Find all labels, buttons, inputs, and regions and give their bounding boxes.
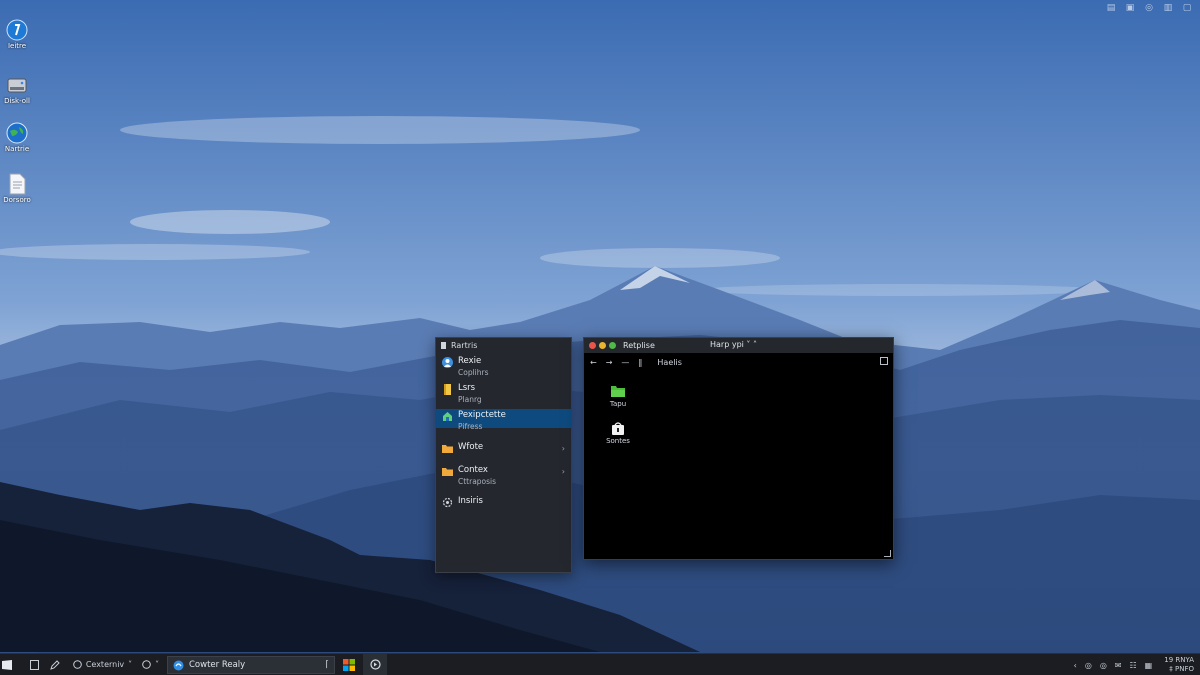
- notifications-icon[interactable]: ▦: [1145, 661, 1153, 670]
- desktop-icon-label: Ieitre: [7, 42, 27, 50]
- desktop-icon-label: Nartrie: [4, 145, 30, 153]
- nav-item-title: Lsrs: [458, 383, 476, 393]
- workspace-label: Cexterniv: [85, 660, 125, 669]
- task-view-icon: [29, 659, 39, 670]
- file-item-label: Tapu: [609, 400, 627, 408]
- chevron-right-icon[interactable]: ›: [562, 444, 565, 453]
- nav-item-title: Contex: [458, 465, 488, 475]
- pen-button[interactable]: [48, 654, 62, 675]
- clock-date: ‡ PNFO: [1169, 665, 1194, 673]
- chevron-down-icon: ˅: [155, 660, 160, 669]
- resize-grip[interactable]: [884, 550, 891, 557]
- nav-item-contex[interactable]: Contex Cttraposis ›: [436, 464, 571, 488]
- clock-icon: [142, 660, 151, 669]
- close-button[interactable]: [589, 342, 596, 349]
- system-tray: ‹ ◎ ◎ ✉ ☷ ▦ 19 RNYA ‡ PNFO: [1074, 654, 1200, 675]
- tray-top-icon[interactable]: ▥: [1163, 3, 1173, 13]
- tray-top-icon[interactable]: ◎: [1144, 3, 1154, 13]
- file-item-sontes[interactable]: Sontes: [598, 422, 638, 445]
- panel-title: Rartris: [451, 341, 478, 350]
- file-item-tapu[interactable]: Tapu: [598, 385, 638, 408]
- nav-item-subtitle: Coplihrs: [458, 368, 489, 377]
- search-input[interactable]: [189, 660, 309, 670]
- toolbar-divider: ‖: [638, 357, 643, 367]
- chevron-down-icon: ˅: [128, 660, 133, 669]
- desktop-icon-label: Disk-oll: [4, 97, 30, 105]
- nav-item-wfote[interactable]: Wfote ›: [436, 441, 571, 457]
- clock[interactable]: 19 RNYA ‡ PNFO: [1164, 656, 1194, 674]
- taskbar-app-store[interactable]: [341, 654, 357, 675]
- keyboard-icon[interactable]: ☷: [1130, 661, 1137, 670]
- expand-icon[interactable]: [880, 357, 888, 365]
- nav-item-subtitle: Planrg: [458, 395, 482, 404]
- desktop-icon-globe[interactable]: Nartrie: [0, 122, 34, 153]
- window-title: Retplise: [623, 341, 655, 350]
- taskbar: Cexterniv ˅ ˅ ⌈ ‹ ◎ ◎ ✉ ☷ ▦ 19 RNYA ‡ PN…: [0, 653, 1200, 675]
- desktop-icon-document[interactable]: Dorsoro: [0, 173, 34, 204]
- tray-top-icon[interactable]: ▢: [1182, 3, 1192, 13]
- nav-item-title: Pexipctette: [458, 410, 506, 420]
- folder-icon: [442, 468, 453, 476]
- taskbar-app-active[interactable]: [363, 653, 387, 675]
- desktop-icon-drive[interactable]: Disk-oll: [0, 74, 34, 105]
- chevron-right-icon[interactable]: ›: [562, 467, 565, 476]
- help-icon: [6, 19, 28, 41]
- user-icon: [442, 357, 453, 368]
- panel-menu-icon[interactable]: [441, 342, 446, 349]
- file-item-label: Sontes: [606, 437, 630, 445]
- home-icon: [443, 412, 452, 421]
- mail-icon[interactable]: ✉: [1115, 661, 1122, 670]
- store-icon: [343, 658, 355, 671]
- top-status-tray: ▤ ▣ ◎ ▥ ▢: [1106, 3, 1192, 13]
- up-button[interactable]: —: [621, 358, 629, 367]
- nav-item-title: Insiris: [458, 496, 483, 506]
- document-icon: [9, 173, 26, 195]
- nav-item-insiris[interactable]: Insiris: [436, 495, 571, 511]
- edge-icon: [173, 660, 184, 670]
- workspace-icon: [73, 660, 82, 669]
- nav-item-pexipctette[interactable]: Pexipctette Pifress: [436, 409, 571, 431]
- volume-icon[interactable]: ◎: [1100, 661, 1107, 670]
- network-icon[interactable]: ◎: [1085, 661, 1092, 670]
- desktop-icon-label: Dorsoro: [3, 196, 31, 204]
- desktop-icon-help[interactable]: Ieitre: [0, 19, 34, 50]
- book-icon: [444, 384, 451, 395]
- app-icon: [369, 659, 381, 670]
- show-hidden-icons-icon[interactable]: ‹: [1074, 661, 1077, 670]
- panel-titlebar[interactable]: Rartris: [436, 338, 571, 353]
- nav-item-rexie[interactable]: Rexie Coplihrs: [436, 355, 571, 379]
- back-button[interactable]: ←: [590, 358, 597, 367]
- task-view-button[interactable]: [27, 654, 41, 675]
- bag-icon: [612, 422, 624, 435]
- window-toolbar: ← → — ‖ Haelis: [584, 353, 893, 371]
- nav-item-subtitle: Cttraposis: [458, 477, 497, 486]
- folder-icon: [611, 386, 625, 397]
- clock-time: 19 RNYA: [1164, 656, 1194, 664]
- breadcrumb[interactable]: Haelis: [657, 358, 681, 367]
- window-menu[interactable]: Harp ypi ˅ ˄: [710, 340, 757, 349]
- nav-item-title: Rexie: [458, 356, 482, 366]
- taskbar-search[interactable]: ⌈: [167, 656, 335, 674]
- drive-icon: [7, 78, 27, 93]
- maximize-button[interactable]: [609, 342, 616, 349]
- tray-top-icon[interactable]: ▣: [1125, 3, 1135, 13]
- workspace-selector[interactable]: Cexterniv ˅ ˅: [70, 654, 162, 675]
- folder-icon: [442, 445, 453, 453]
- navigation-panel: Rartris Rexie Coplihrs Lsrs Planrg Pexip…: [435, 337, 572, 573]
- nav-item-lsrs[interactable]: Lsrs Planrg: [436, 382, 571, 406]
- search-icon[interactable]: ⌈: [325, 660, 329, 670]
- tray-top-icon[interactable]: ▤: [1106, 3, 1116, 13]
- start-button[interactable]: [0, 654, 14, 675]
- window-titlebar[interactable]: Retplise Harp ypi ˅ ˄: [584, 338, 893, 353]
- nav-item-title: Wfote: [458, 442, 484, 452]
- file-manager-window: Retplise Harp ypi ˅ ˄ ← → — ‖ Haelis Tap…: [583, 337, 894, 560]
- globe-icon: [6, 122, 28, 144]
- pen-icon: [50, 659, 60, 670]
- settings-icon: [442, 497, 453, 508]
- forward-button[interactable]: →: [606, 358, 613, 367]
- minimize-button[interactable]: [599, 342, 606, 349]
- nav-item-subtitle: Pifress: [458, 422, 483, 431]
- start-icon: [2, 659, 12, 670]
